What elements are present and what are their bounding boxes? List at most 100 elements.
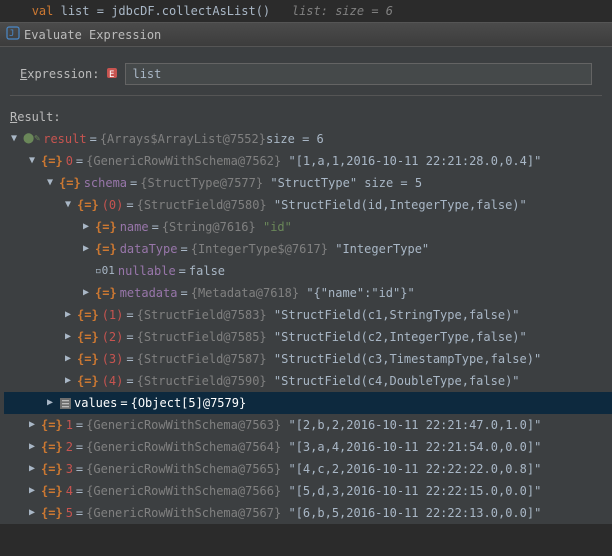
node-value: "StructField(c4,DoubleType,false)" [274, 372, 520, 390]
tree-node-row-3[interactable]: {=} 3 = {GenericRowWithSchema@7565} "[4,… [4, 458, 612, 480]
node-type: {IntegerType$@7617} [191, 240, 328, 258]
var-name: list [61, 4, 90, 18]
expand-arrow-icon[interactable] [26, 438, 38, 456]
tree-node-field-2[interactable]: {=} (2) = {StructField@7585} "StructFiel… [4, 326, 612, 348]
expand-arrow-icon[interactable] [62, 372, 74, 390]
expand-arrow-icon[interactable] [8, 130, 20, 148]
tree-node-row-1[interactable]: {=} 1 = {GenericRowWithSchema@7563} "[2,… [4, 414, 612, 436]
node-value: "StructField(c1,StringType,false)" [274, 306, 520, 324]
tree-node-field-0[interactable]: {=} (0) = {StructField@7580} "StructFiel… [4, 194, 612, 216]
node-type: {StructField@7587} [137, 350, 267, 368]
tree-node-schema[interactable]: {=} schema = {StructType@7577} "StructTy… [4, 172, 612, 194]
node-name: 5 [66, 504, 73, 522]
expand-arrow-icon[interactable] [26, 152, 38, 170]
node-type: {StructField@7585} [137, 328, 267, 346]
node-name: (4) [102, 372, 124, 390]
expand-arrow-icon[interactable] [44, 174, 56, 192]
node-value: "StructField(c3,TimestampType,false)" [274, 350, 541, 368]
node-value: "StructField(c2,IntegerType,false)" [274, 328, 527, 346]
node-value: "[5,d,3,2016-10-11 22:22:15.0,0.0]" [288, 482, 541, 500]
node-value: "{"name":"id"}" [306, 284, 414, 302]
expand-arrow-icon[interactable] [44, 394, 56, 412]
tree-node-field-4[interactable]: {=} (4) = {StructField@7590} "StructFiel… [4, 370, 612, 392]
node-value: "id" [263, 218, 292, 236]
tree-node-field-0-datatype[interactable]: {=} dataType = {IntegerType$@7617} "Inte… [4, 238, 612, 260]
node-type: {StructField@7580} [137, 196, 267, 214]
tree-node-field-0-metadata[interactable]: {=} metadata = {Metadata@7618} "{"name":… [4, 282, 612, 304]
tree-node-field-0-name[interactable]: {=} name = {String@7616} "id" [4, 216, 612, 238]
node-type: {GenericRowWithSchema@7566} [86, 482, 281, 500]
keyword-val: val [32, 4, 54, 18]
node-name: values [74, 394, 117, 412]
node-type: {Arrays$ArrayList@7552} [100, 130, 266, 148]
node-type: {Metadata@7618} [191, 284, 299, 302]
expand-arrow-icon[interactable] [62, 350, 74, 368]
node-name: (1) [102, 306, 124, 324]
expand-arrow-icon[interactable] [80, 218, 92, 236]
tree-node-field-0-nullable[interactable]: ▫01 nullable = false [4, 260, 612, 282]
braces-icon: {=} [41, 504, 63, 522]
expand-arrow-icon[interactable] [62, 306, 74, 324]
node-type: {StructType@7577} [140, 174, 263, 192]
tree-node-row-5[interactable]: {=} 5 = {GenericRowWithSchema@7567} "[6,… [4, 502, 612, 524]
svg-text:J: J [9, 29, 14, 39]
node-value: "StructType" size = 5 [270, 174, 422, 192]
node-type: {Object[5]@7579} [131, 394, 247, 412]
expression-section: Expression: E [0, 47, 612, 100]
tree-node-row-4[interactable]: {=} 4 = {GenericRowWithSchema@7566} "[5,… [4, 480, 612, 502]
node-suffix: size = 6 [266, 130, 324, 148]
tree-node-field-1[interactable]: {=} (1) = {StructField@7583} "StructFiel… [4, 304, 612, 326]
braces-icon: {=} [77, 350, 99, 368]
node-name: metadata [120, 284, 178, 302]
node-name: 3 [66, 460, 73, 478]
node-name: (3) [102, 350, 124, 368]
braces-icon: {=} [77, 372, 99, 390]
expand-arrow-icon[interactable] [26, 504, 38, 522]
tree-node-result-root[interactable]: ⬤✎ result = {Arrays$ArrayList@7552} size… [4, 128, 612, 150]
braces-icon: {=} [41, 482, 63, 500]
tree-node-field-3[interactable]: {=} (3) = {StructField@7587} "StructFiel… [4, 348, 612, 370]
braces-icon: {=} [41, 438, 63, 456]
node-value: "IntegerType" [335, 240, 429, 258]
node-value: "[1,a,1,2016-10-11 22:21:28.0,0.4]" [288, 152, 541, 170]
array-icon [59, 397, 71, 409]
node-name: 0 [66, 152, 73, 170]
node-type: {String@7616} [162, 218, 256, 236]
expand-arrow-icon[interactable] [26, 416, 38, 434]
window-titlebar[interactable]: J Evaluate Expression [0, 23, 612, 47]
node-type: {GenericRowWithSchema@7565} [86, 460, 281, 478]
expand-arrow-icon[interactable] [80, 240, 92, 258]
braces-icon: {=} [41, 416, 63, 434]
node-value: "StructField(id,IntegerType,false)" [274, 196, 527, 214]
expand-arrow-icon[interactable] [62, 328, 74, 346]
tree-node-row-0[interactable]: {=} 0 = {GenericRowWithSchema@7562} "[1,… [4, 150, 612, 172]
expand-arrow-icon[interactable] [26, 460, 38, 478]
expand-arrow-icon[interactable] [62, 196, 74, 214]
svg-text:E: E [109, 70, 114, 80]
node-type: {GenericRowWithSchema@7567} [86, 504, 281, 522]
node-value: "[2,b,2,2016-10-11 22:21:47.0,1.0]" [288, 416, 541, 434]
braces-icon: {=} [77, 328, 99, 346]
node-name: schema [84, 174, 127, 192]
expand-arrow-icon[interactable] [26, 482, 38, 500]
braces-icon: {=} [95, 284, 117, 302]
node-name: (0) [102, 196, 124, 214]
node-name: 4 [66, 482, 73, 500]
expand-arrow-icon[interactable] [80, 284, 92, 302]
braces-icon: {=} [41, 460, 63, 478]
node-name: nullable [118, 262, 176, 280]
node-name: name [120, 218, 149, 236]
node-value: false [189, 262, 225, 280]
node-type: {GenericRowWithSchema@7564} [86, 438, 281, 456]
tree-node-row-2[interactable]: {=} 2 = {GenericRowWithSchema@7564} "[3,… [4, 436, 612, 458]
node-type: {StructField@7583} [137, 306, 267, 324]
window-title: Evaluate Expression [24, 28, 161, 42]
braces-icon: {=} [41, 152, 63, 170]
evaluate-icon: J [6, 26, 24, 43]
boolean-icon: ▫01 [95, 262, 115, 280]
method-call: jdbcDF.collectAsList() [111, 4, 270, 18]
expression-input[interactable] [125, 63, 592, 85]
tree-node-values-selected[interactable]: values = {Object[5]@7579} [4, 392, 612, 414]
node-value: "[3,a,4,2016-10-11 22:21:54.0,0.0]" [288, 438, 541, 456]
braces-icon: {=} [77, 196, 99, 214]
